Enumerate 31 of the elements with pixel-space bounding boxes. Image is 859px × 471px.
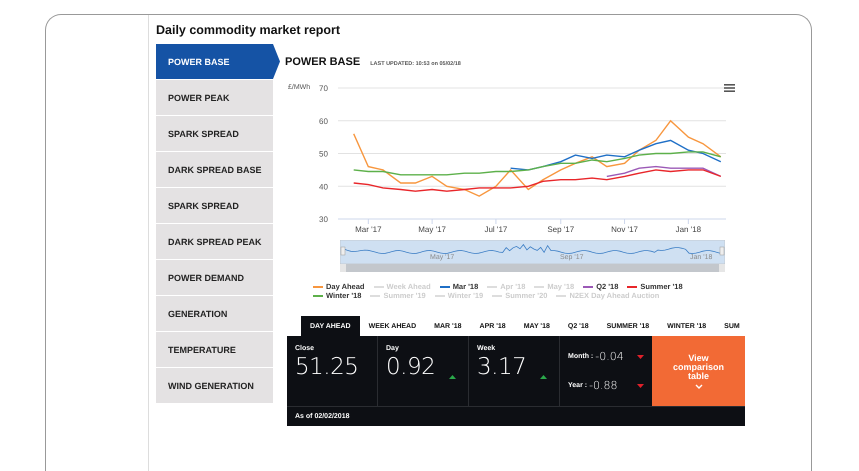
sidebar-item[interactable]: DARK SPREAD PEAK [156,224,273,259]
y-tick-label: 30 [319,215,328,224]
stat-value: 0.92 [386,354,436,380]
navigator-drawing[interactable] [340,240,725,274]
sidebar-item[interactable]: GENERATION [156,296,273,331]
sidebar-item[interactable]: POWER BASE [156,44,280,79]
section-title: POWER BASE [285,56,360,68]
x-tick-label: Mar '17 [355,225,382,234]
x-tick-label: Jul '17 [484,225,508,234]
sidebar-item[interactable]: WIND GENERATION [156,368,273,403]
y-tick-label: 60 [319,116,328,126]
period-value: -0.04 [595,350,624,363]
sidebar-item[interactable]: TEMPERATURE [156,332,273,367]
stat-value: 51.25 [295,354,358,380]
y-tick-label: 40 [319,182,328,192]
x-tick-label: May '17 [418,225,446,234]
menu-icon[interactable] [724,84,735,92]
stat-value: 3.17 [477,354,526,380]
x-tick-label: Jan '18 [676,225,702,234]
sidebar-item[interactable]: POWER DEMAND [156,260,273,295]
x-tick-label: Sep '17 [547,225,574,234]
period-value: -0.88 [589,379,618,392]
y-tick-label: 70 [319,84,328,93]
chevron-down-icon [694,384,702,388]
sidebar-item[interactable]: POWER PEAK [156,80,273,115]
sidebar-item[interactable]: SPARK SPREAD [156,188,273,223]
sidebar-item[interactable]: SPARK SPREAD [156,116,273,151]
page-title: Daily commodity market report [156,23,342,37]
x-tick-label: Nov '17 [611,225,638,234]
y-tick-label: 50 [319,150,328,158]
sidebar-item[interactable]: DARK SPREAD BASE [156,152,273,187]
